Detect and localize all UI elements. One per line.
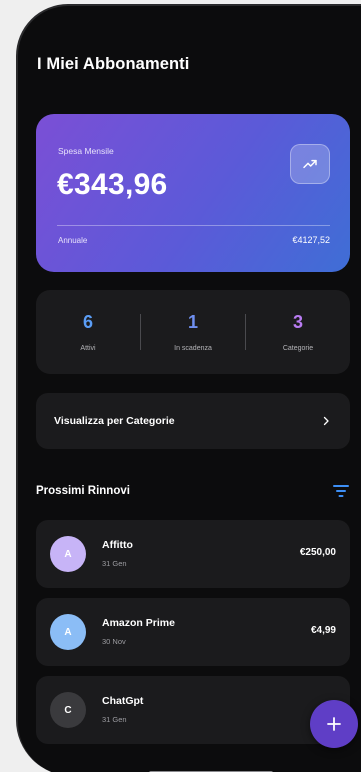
subscription-price: €4,99 (310, 625, 336, 636)
app-screen: I Miei Abbonamenti Spesa Mensile €343,96… (18, 6, 361, 772)
avatar: A (50, 614, 86, 650)
stat-label: In scadenza (174, 345, 212, 352)
stat-label: Categorie (282, 345, 314, 352)
subscription-row[interactable]: C ChatGpt 31 Gen €5 (36, 676, 350, 744)
subscription-name: ChatGpt (102, 695, 144, 707)
avatar: A (50, 536, 86, 572)
chevron-right-icon (323, 416, 329, 426)
avatar: C (50, 692, 86, 728)
stat-label: Attivi (80, 345, 96, 352)
trending-up-icon (303, 159, 317, 169)
stat-value: 6 (82, 312, 93, 332)
plus-icon (327, 717, 341, 731)
subscription-date: 31 Gen (102, 715, 127, 724)
stat-active: 6 Attivi (36, 312, 140, 352)
subscription-name: Affitto (102, 539, 133, 551)
subscription-row[interactable]: A Amazon Prime 30 Nov €4,99 (36, 598, 350, 666)
upcoming-renewals-title: Prossimi Rinnovi (36, 485, 130, 497)
subscription-date: 31 Gen (102, 559, 127, 568)
subscription-date: 30 Nov (102, 637, 126, 646)
trending-up-button[interactable] (290, 144, 330, 184)
stat-categories: 3 Categorie (246, 312, 350, 352)
filter-button[interactable] (332, 483, 350, 499)
stat-value: 1 (187, 312, 198, 332)
subscription-row[interactable]: A Affitto 31 Gen €250,00 (36, 520, 350, 588)
monthly-spending-card: Spesa Mensile €343,96 Annuale €4127,52 (36, 114, 350, 272)
spending-divider (57, 225, 330, 226)
filter-icon (333, 485, 349, 497)
page-title: I Miei Abbonamenti (37, 55, 190, 73)
stat-expiring: 1 In scadenza (141, 312, 245, 352)
subscription-price: €250,00 (299, 547, 336, 558)
stat-value: 3 (292, 312, 303, 332)
annual-value: €4127,52 (292, 235, 330, 245)
subscription-name: Amazon Prime (102, 617, 175, 629)
monthly-spending-label: Spesa Mensile (58, 146, 114, 156)
add-subscription-button[interactable] (310, 700, 358, 748)
view-by-categories-button[interactable]: Visualizza per Categorie (36, 393, 350, 449)
monthly-spending-amount: €343,96 (57, 168, 168, 201)
stats-card: 6 Attivi 1 In scadenza 3 Categorie (36, 290, 350, 374)
view-by-categories-label: Visualizza per Categorie (54, 415, 175, 427)
annual-label: Annuale (58, 236, 88, 245)
